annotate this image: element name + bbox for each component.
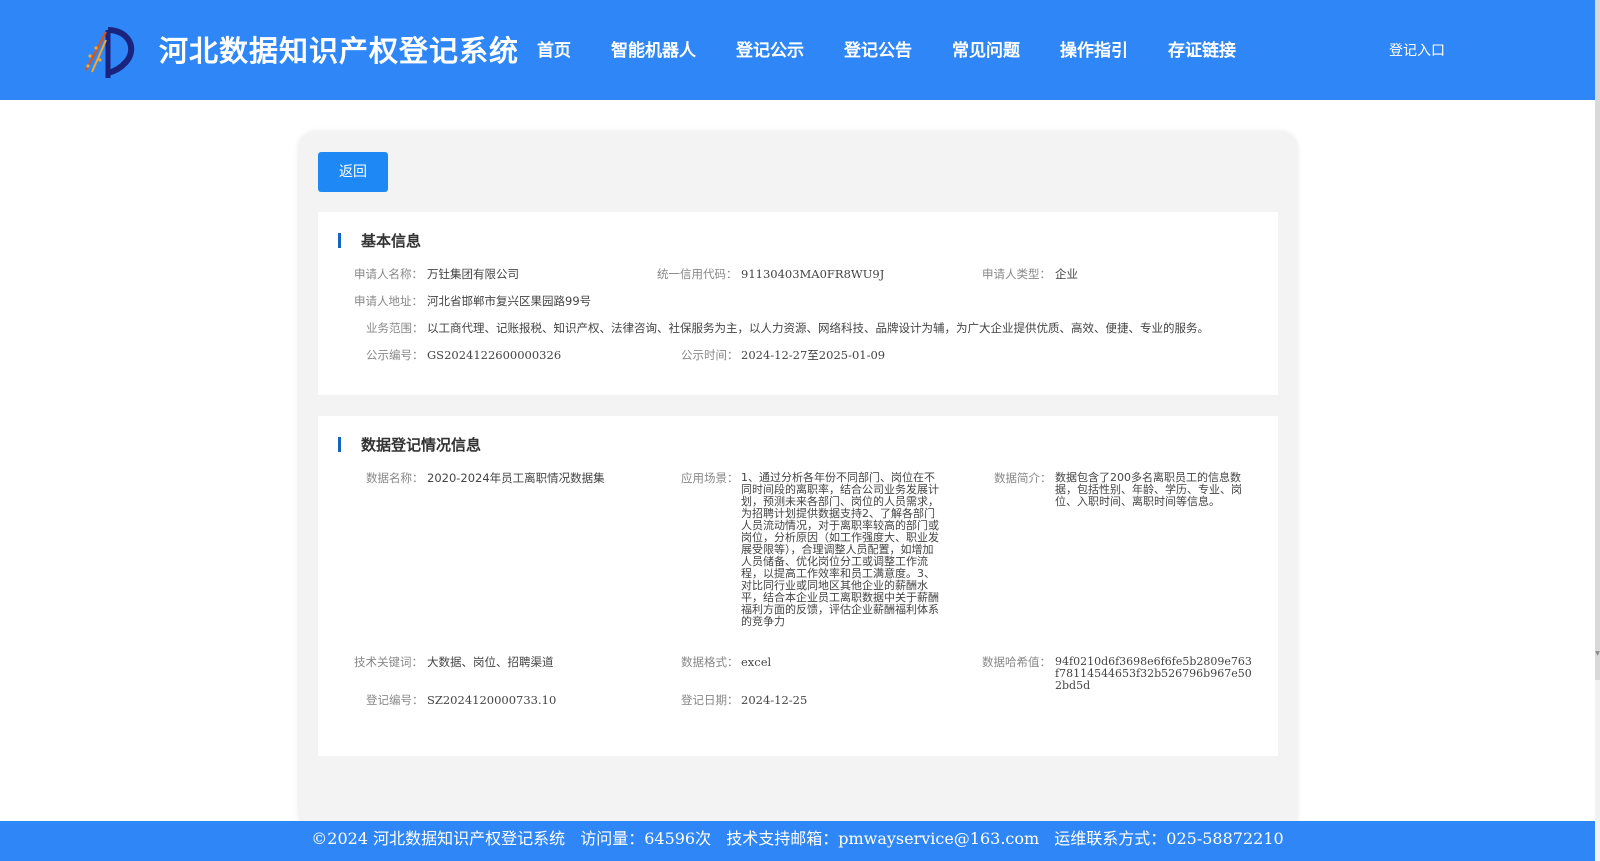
field-value: 企业 bbox=[1055, 267, 1078, 281]
page-scrollbar[interactable]: ▼ bbox=[1595, 0, 1600, 861]
field-label: 公示编号： bbox=[366, 348, 424, 362]
field-label: 登记编号： bbox=[366, 693, 424, 707]
field-label: 公示时间： bbox=[681, 348, 739, 362]
field-label: 统一信用代码： bbox=[657, 267, 738, 281]
field-value: 大数据、岗位、招聘渠道 bbox=[427, 655, 554, 669]
field-label: 申请人地址： bbox=[354, 294, 423, 308]
section-title-basic: 基本信息 bbox=[338, 230, 421, 251]
field-value: 2024-12-25 bbox=[741, 693, 808, 707]
field-label: 数据简介： bbox=[994, 471, 1052, 485]
field-label: 申请人名称： bbox=[354, 267, 423, 281]
footer-ops-phone: 运维联系方式：025-58872210 bbox=[1054, 829, 1284, 848]
basic-info-card: 基本信息 申请人名称： 万钍集团有限公司 统一信用代码： 91130403MA0… bbox=[318, 212, 1278, 395]
field-label: 业务范围： bbox=[366, 321, 424, 335]
field-value: 数据包含了200多名离职员工的信息数据，包括性别、年龄、学历、专业、岗位、入职时… bbox=[1055, 471, 1242, 508]
field-value: 河北省邯郸市复兴区果园路99号 bbox=[427, 294, 592, 308]
login-entry-link[interactable]: 登记入口 bbox=[1389, 40, 1445, 60]
site-title: 河北数据知识产权登记系统 bbox=[159, 34, 520, 68]
main-nav: 首页 智能机器人 登记公示 登记公告 常见问题 操作指引 存证链接 bbox=[537, 36, 1276, 62]
field-value: 万钍集团有限公司 bbox=[427, 267, 519, 281]
field-label: 数据哈希值： bbox=[982, 655, 1051, 669]
field-label: 数据格式： bbox=[681, 655, 739, 669]
footer-support-email: 技术支持邮箱：pmwayservice@163.com bbox=[726, 829, 1040, 848]
field-label: 申请人类型： bbox=[982, 267, 1051, 281]
field-value: 2024-12-27至2025-01-09 bbox=[741, 348, 886, 362]
nav-home[interactable]: 首页 bbox=[537, 36, 571, 62]
field-value: excel bbox=[741, 655, 772, 669]
section-title-text: 数据登记情况信息 bbox=[361, 436, 482, 454]
scroll-down-arrow-icon[interactable]: ▼ bbox=[1595, 650, 1600, 660]
nav-publicity[interactable]: 登记公示 bbox=[736, 36, 804, 62]
field-value: 1、通过分析各年份不同部门、岗位在不同时间段的离职率，结合公司业务发展计划，预测… bbox=[741, 471, 939, 628]
nav-evidence-link[interactable]: 存证链接 bbox=[1168, 36, 1236, 62]
footer-copyright: ©2024 河北数据知识产权登记系统 bbox=[311, 829, 566, 848]
field-value: 以工商代理、记账报税、知识产权、法律咨询、社保服务为主，以人力资源、网络科技、品… bbox=[427, 321, 1209, 335]
field-label: 技术关键词： bbox=[354, 655, 423, 669]
section-marker bbox=[338, 233, 341, 248]
field-value: 94f0210d6f3698e6f6fe5b2809e763f781145446… bbox=[1055, 655, 1252, 692]
section-marker bbox=[338, 437, 341, 452]
field-label: 数据名称： bbox=[366, 471, 424, 485]
nav-robot[interactable]: 智能机器人 bbox=[611, 36, 696, 62]
field-value: GS2024122600000326 bbox=[427, 348, 562, 362]
field-value: 2020-2024年员工离职情况数据集 bbox=[427, 471, 605, 485]
field-value: SZ2024120000733.10 bbox=[427, 693, 557, 707]
field-value: 91130403MA0FR8WU9J bbox=[741, 267, 885, 281]
back-button[interactable]: 返回 bbox=[318, 152, 388, 192]
field-label: 应用场景： bbox=[681, 471, 739, 485]
footer-visits: 访问量：64596次 bbox=[580, 829, 712, 848]
top-header: 河北数据知识产权登记系统 首页 智能机器人 登记公示 登记公告 常见问题 操作指… bbox=[0, 0, 1595, 100]
nav-guide[interactable]: 操作指引 bbox=[1060, 36, 1128, 62]
logo-icon bbox=[85, 27, 135, 78]
registration-info-card: 数据登记情况信息 数据名称： 2020-2024年员工离职情况数据集 应用场景：… bbox=[318, 416, 1278, 756]
section-title-registration: 数据登记情况信息 bbox=[338, 434, 481, 455]
section-title-text: 基本信息 bbox=[361, 232, 422, 250]
field-label: 登记日期： bbox=[681, 693, 739, 707]
scrollbar-thumb[interactable] bbox=[1595, 0, 1600, 680]
nav-faq[interactable]: 常见问题 bbox=[952, 36, 1020, 62]
nav-announcement[interactable]: 登记公告 bbox=[844, 36, 912, 62]
page-footer: ©2024 河北数据知识产权登记系统 访问量：64596次 技术支持邮箱：pmw… bbox=[0, 821, 1595, 861]
